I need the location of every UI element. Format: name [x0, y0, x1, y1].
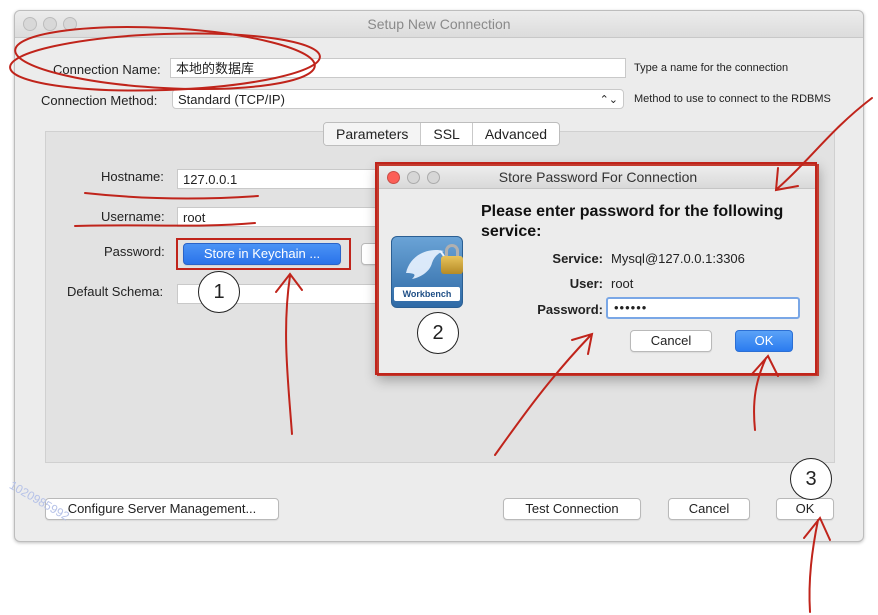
arrow-dialog-ok: [751, 354, 779, 431]
arrow-2: [494, 332, 594, 456]
step-1-marker: 1: [198, 271, 240, 313]
step-2-marker: 2: [417, 312, 459, 354]
annotation-overlay: [9, 26, 873, 613]
arrow-top-right: [774, 97, 873, 192]
arrow-1: [275, 272, 303, 435]
connection-name-circle: [9, 32, 321, 92]
keychain-highlight-box: [176, 238, 351, 270]
username-underline: [74, 222, 256, 227]
connection-name-circle-2: [14, 26, 316, 90]
hostname-underline: [84, 192, 259, 200]
step-3-marker: 3: [790, 458, 832, 500]
arrow-ok: [803, 516, 831, 613]
